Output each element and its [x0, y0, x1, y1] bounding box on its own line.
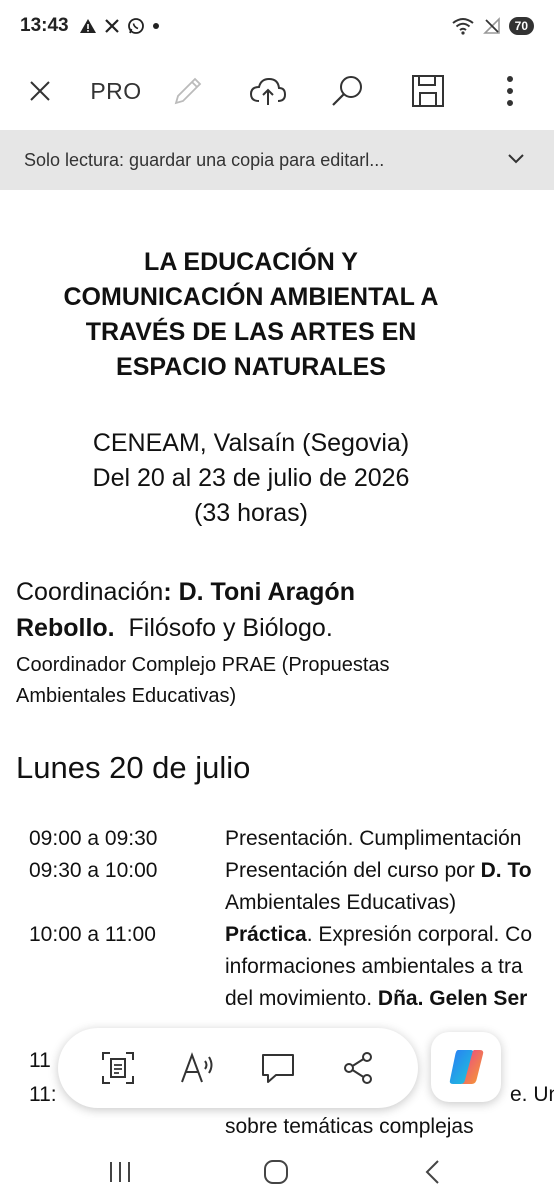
schedule-time: 11	[29, 1049, 51, 1072]
warning-icon	[79, 19, 96, 33]
search-button[interactable]	[326, 67, 370, 115]
share-icon	[344, 1052, 372, 1084]
read-aloud-button[interactable]	[172, 1042, 224, 1094]
text-extract-button[interactable]	[92, 1042, 144, 1094]
back-icon	[425, 1160, 439, 1184]
comment-button[interactable]	[252, 1042, 304, 1094]
back-button[interactable]	[408, 1148, 456, 1196]
no-signal-icon	[482, 17, 500, 34]
coordinator-surname: Rebollo.	[16, 614, 115, 642]
schedule-time: 09:00 a 09:30	[29, 827, 158, 850]
edit-button[interactable]	[166, 67, 210, 115]
home-icon	[264, 1160, 288, 1184]
pro-label: PRO	[90, 77, 142, 104]
schedule-desc: Presentación del curso por D. To	[225, 859, 532, 882]
read-only-text: Solo lectura: guardar una copia para edi…	[24, 149, 385, 170]
schedule-desc: sobre temáticas complejas	[225, 1115, 474, 1138]
coordination-label: Coordinación	[16, 578, 164, 606]
title-line: TRAVÉS DE LAS ARTES EN	[85, 318, 417, 346]
read-only-banner[interactable]: Solo lectura: guardar una copia para edi…	[0, 130, 554, 190]
schedule-time: 10:00 a 11:00	[29, 923, 156, 946]
course-meta: CENEAM, Valsaín (Segovia) Del 20 al 23 d…	[0, 426, 502, 531]
affiliation-line: Ambientales Educativas)	[16, 685, 237, 707]
affiliation-line: Coordinador Complejo PRAE (Propuestas	[16, 654, 390, 676]
x-icon	[104, 19, 119, 33]
course-location: CENEAM, Valsaín (Segovia)	[92, 429, 410, 457]
title-line: COMUNICACIÓN AMBIENTAL A	[63, 283, 439, 311]
system-icons: 70	[451, 17, 534, 35]
schedule-desc: Práctica. Expresión corporal. Co	[225, 923, 533, 946]
battery-indicator: 70	[508, 17, 534, 35]
title-line: LA EDUCACIÓN Y	[144, 248, 358, 276]
schedule-desc: Ambientales Educativas)	[225, 891, 457, 914]
pencil-icon	[174, 77, 202, 105]
system-navigation-bar	[0, 1140, 554, 1200]
more-vertical-icon	[507, 76, 513, 106]
course-dates: Del 20 al 23 de julio de 2026	[92, 464, 410, 492]
save-icon	[412, 75, 444, 107]
schedule-time: 09:30 a 10:00	[29, 859, 158, 882]
recents-button[interactable]	[96, 1148, 144, 1196]
copilot-button[interactable]	[431, 1032, 501, 1102]
title-line: ESPACIO NATURALES	[116, 353, 386, 381]
wifi-icon	[452, 18, 474, 35]
cloud-upload-icon	[249, 77, 287, 105]
search-icon	[332, 76, 362, 106]
schedule-time: 11:	[29, 1083, 57, 1106]
status-bar: 13:43 70	[0, 0, 554, 52]
status-time: 13:43	[20, 15, 69, 36]
dot-icon	[152, 23, 159, 29]
chevron-down-icon[interactable]	[506, 148, 526, 168]
home-button[interactable]	[252, 1148, 300, 1196]
coordination-block: Coordinación: D. Toni Aragón Rebollo. Fi…	[16, 574, 546, 646]
coordinator-affiliation: Coordinador Complejo PRAE (Propuestas Am…	[16, 650, 546, 712]
schedule-desc: e. Una	[510, 1083, 554, 1106]
schedule-desc: del movimiento. Dña. Gelen Ser	[225, 987, 528, 1010]
coordinator-name: D. Toni Aragón	[171, 578, 355, 606]
schedule-desc: informaciones ambientales a tra	[225, 955, 523, 978]
read-aloud-icon	[181, 1052, 213, 1083]
schedule-desc: Presentación. Cumplimentación	[225, 827, 522, 850]
whatsapp-icon	[127, 18, 144, 34]
document-toolbar: PRO	[0, 56, 554, 126]
recents-icon	[110, 1162, 130, 1182]
comment-icon	[262, 1054, 294, 1083]
floating-action-bar	[58, 1028, 418, 1108]
notification-icons	[79, 17, 160, 35]
close-button[interactable]	[18, 67, 62, 115]
pro-button[interactable]: PRO	[86, 67, 146, 115]
copilot-icon	[449, 1050, 484, 1084]
share-button[interactable]	[332, 1042, 384, 1094]
coordinator-role: Filósofo y Biólogo.	[114, 614, 333, 642]
document-title: LA EDUCACIÓN Y COMUNICACIÓN AMBIENTAL A …	[0, 245, 502, 385]
coordination-colon: :	[163, 578, 172, 606]
course-hours: (33 horas)	[194, 499, 308, 527]
document-page: LA EDUCACIÓN Y COMUNICACIÓN AMBIENTAL A …	[0, 190, 554, 1140]
close-icon	[30, 81, 50, 101]
upload-button[interactable]	[246, 67, 290, 115]
text-extract-icon	[102, 1052, 134, 1084]
day-heading: Lunes 20 de julio	[16, 750, 251, 785]
more-options-button[interactable]	[488, 67, 532, 115]
save-button[interactable]	[406, 67, 450, 115]
